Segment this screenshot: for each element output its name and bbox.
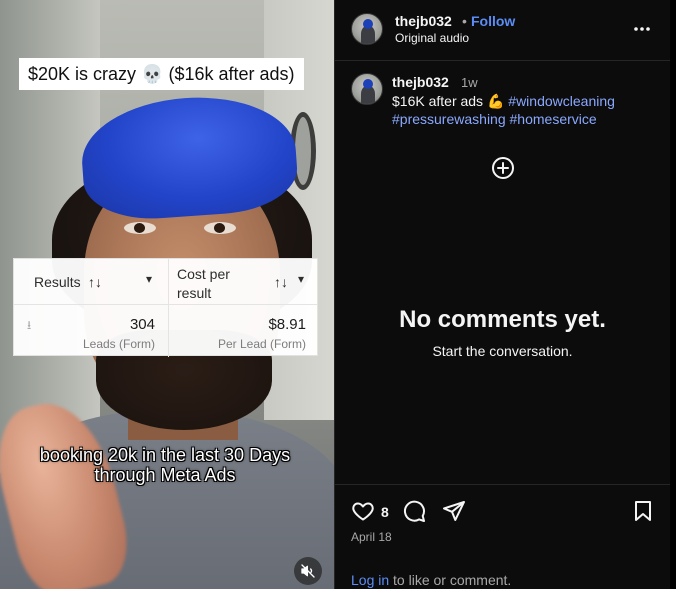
stats-cost-sub: Per Lead (Form) — [217, 337, 306, 351]
dropdown-icon: ▾ — [146, 272, 153, 286]
scrollbar-track[interactable] — [670, 0, 676, 589]
header-separator: • — [462, 13, 467, 29]
stats-results-sub: Leads (Form) — [82, 337, 155, 351]
post-actions-bar: 8 April 18 Log in to like or comment. — [335, 484, 670, 589]
video-caption-top: $20K is crazy 💀 ($16k after ads) — [19, 58, 304, 90]
avatar[interactable] — [351, 73, 383, 105]
stats-col-results-header: Results — [34, 274, 81, 290]
muted-speaker-icon — [301, 564, 315, 578]
follow-button[interactable]: Follow — [471, 13, 515, 29]
comment-bubble-icon — [403, 500, 425, 522]
video-subtitle: booking 20k in the last 30 Days through … — [39, 445, 291, 485]
post-caption-text: $16K after ads 💪 — [392, 93, 505, 109]
heart-icon — [352, 502, 374, 521]
ads-stats-card: Results ↑↓ ▾ Cost per result ↑↓ ▾ ⭳ 304 … — [13, 258, 318, 357]
sort-icon: ↑↓ — [88, 274, 102, 290]
share-button[interactable] — [442, 499, 468, 525]
bookmark-icon — [635, 501, 651, 521]
more-horizontal-icon — [634, 27, 650, 31]
post-timestamp: 1w — [461, 75, 478, 90]
more-options-button[interactable] — [629, 18, 655, 40]
hashtag-link[interactable]: #pressurewashing — [392, 111, 506, 127]
sort-icon: ↑↓ — [274, 274, 288, 290]
empty-comments-title: No comments yet. — [399, 306, 606, 333]
like-count[interactable]: 8 — [381, 504, 389, 520]
stats-cost-value: $8.91 — [268, 316, 306, 333]
dropdown-icon: ▾ — [298, 272, 305, 286]
video-person-eye — [124, 222, 156, 234]
plus-circle-icon — [492, 157, 514, 179]
comment-button[interactable] — [402, 499, 428, 525]
stats-results-value: 304 — [129, 316, 155, 333]
stats-divider — [168, 259, 169, 357]
hashtag-link[interactable]: #windowcleaning — [508, 93, 615, 109]
add-comment-button[interactable] — [491, 156, 515, 180]
reel-video[interactable]: $20K is crazy 💀 ($16k after ads) Results… — [0, 0, 334, 589]
post-username[interactable]: thejb032 — [392, 74, 449, 90]
hashtag-link[interactable]: #homeservice — [510, 111, 597, 127]
login-prompt: Log in to like or comment. — [351, 572, 511, 588]
header-username[interactable]: thejb032 — [395, 13, 452, 29]
video-person-eye — [204, 222, 236, 234]
like-button[interactable] — [351, 499, 377, 525]
post-side-panel: thejb032 • Follow Original audio thejb03… — [334, 0, 670, 589]
paper-plane-icon — [443, 501, 465, 521]
mute-button[interactable] — [294, 557, 322, 585]
empty-comments-subtitle: Start the conversation. — [432, 343, 573, 359]
post-date: April 18 — [351, 530, 392, 544]
download-icon: ⭳ — [27, 318, 32, 332]
stats-col-cost-header: Cost per result — [177, 266, 230, 301]
audio-link[interactable]: Original audio — [395, 31, 469, 45]
login-prompt-text: to like or comment. — [389, 572, 512, 588]
save-button[interactable] — [631, 499, 657, 525]
login-link[interactable]: Log in — [351, 572, 389, 588]
post-caption: $16K after ads 💪 #windowcleaning #pressu… — [392, 92, 652, 128]
post-header: thejb032 • Follow Original audio — [335, 0, 670, 61]
avatar[interactable] — [351, 13, 383, 45]
